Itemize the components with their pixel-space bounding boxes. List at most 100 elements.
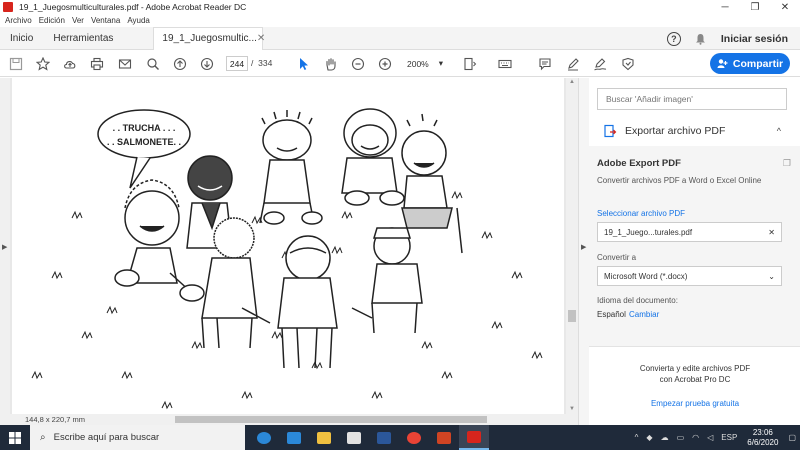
share-button[interactable]: Compartir [710,53,790,74]
signin-link[interactable]: Iniciar sesión [721,33,788,45]
convert-format-value: Microsoft Word (*.docx) [604,271,688,281]
menu-edicion[interactable]: Edición [39,16,65,25]
vertical-scroll-thumb[interactable] [568,310,576,322]
minimize-button[interactable]: ─ [710,0,740,14]
word-app-icon[interactable] [369,425,399,450]
acrobat-taskbar-icon[interactable] [459,425,489,450]
sign-icon[interactable] [592,56,607,71]
pdf-page: . . TRUCHA . . . . . SALMONETE. . [12,78,564,414]
tabs-bar: Inicio Herramientas 19_1_Juegosmultic...… [0,26,800,50]
left-panel-toggle[interactable]: ▶ [0,78,10,414]
export-pdf-icon [604,124,617,138]
convert-to-label: Convertir a [597,253,637,262]
children-circle-illustration: . . TRUCHA . . . . . SALMONETE. . [31,108,543,410]
select-pdf-link[interactable]: Seleccionar archivo PDF [597,209,685,218]
horizontal-scroll-thumb[interactable] [175,416,487,423]
close-tab-icon[interactable]: ✕ [257,33,265,44]
cloud-upload-icon[interactable] [62,56,77,71]
clear-file-icon[interactable]: ✕ [768,228,775,237]
system-tray: ^ ◆ ☁ ▭ ◠ ◁ ESP 23:06 6/6/2020 ▢ [631,425,800,450]
tab-document[interactable]: 19_1_Juegosmultic... ✕ [153,26,265,50]
more-tools-icon[interactable] [620,56,635,71]
taskbar-apps [249,425,489,450]
zoom-select[interactable]: 200% ▾ [404,56,446,71]
chevron-up-icon[interactable]: ^ [777,126,781,136]
tab-document-label: 19_1_Juegosmultic... [162,33,257,44]
onedrive-icon[interactable]: ☁ [661,433,669,442]
child-long-hair [341,108,405,206]
taskbar-search-text: Escribe aquí para buscar [53,432,160,443]
child-cap [351,227,423,334]
convert-format-select[interactable]: Microsoft Word (*.docx) ⌄ [597,266,782,286]
tab-inicio[interactable]: Inicio [0,27,43,50]
share-user-icon [717,59,728,68]
start-button[interactable] [0,425,30,450]
windows-taskbar: ⌕ Escribe aquí para buscar ^ ◆ ☁ ▭ ◠ ◁ E… [0,425,800,450]
scroll-up-icon[interactable]: ▲ [569,79,575,85]
wifi-icon[interactable]: ◠ [692,433,699,442]
keyboard-icon[interactable] [497,56,512,71]
page-up-icon[interactable] [172,56,187,71]
child-checked-shorts [401,113,463,254]
print-icon[interactable] [89,56,104,71]
email-icon[interactable] [117,56,132,71]
keyboard-language[interactable]: ESP [721,433,737,442]
page-down-icon[interactable] [199,56,214,71]
zoom-in-icon[interactable] [377,56,392,71]
edge-app-icon[interactable] [249,425,279,450]
save-icon[interactable] [8,56,23,71]
powerpoint-app-icon[interactable] [429,425,459,450]
menu-ayuda[interactable]: Ayuda [127,16,150,25]
speech-line-2: . . SALMONETE. . [107,137,181,147]
tools-search-input[interactable] [597,88,787,110]
adobe-export-title: Adobe Export PDF [597,158,681,169]
right-panel-toggle[interactable]: ▶ [579,78,589,425]
mail-app-icon[interactable] [279,425,309,450]
horizontal-scrollbar[interactable]: 144,8 x 220,7 mm [0,414,578,425]
menu-ver[interactable]: Ver [72,16,84,25]
search-icon: ⌕ [40,432,46,443]
select-cursor-icon[interactable] [296,56,311,71]
scroll-down-icon[interactable]: ▼ [569,406,575,412]
menu-archivo[interactable]: Archivo [5,16,32,25]
network-icon[interactable]: ▭ [677,433,685,442]
help-icon[interactable]: ? [666,31,681,46]
hand-tool-icon[interactable] [323,56,338,71]
tab-herramientas[interactable]: Herramientas [43,27,123,50]
document-viewer[interactable]: ▶ . . TRUCHA . . . . . SALMONETE. . ▲ ▼ [0,78,578,414]
zoom-value: 200% [407,58,429,69]
fit-page-icon[interactable] [462,56,477,71]
highlight-pen-icon[interactable] [565,56,580,71]
chrome-app-icon[interactable] [399,425,429,450]
change-language-link[interactable]: Cambiar [629,310,659,319]
tray-expand-icon[interactable]: ^ [635,433,639,442]
star-icon[interactable] [35,56,50,71]
title-bar: 19_1_Juegosmulticulturales.pdf - Adobe A… [0,0,800,14]
page-number-input[interactable]: 244 [226,56,248,71]
taskbar-clock[interactable]: 23:06 6/6/2020 [747,428,778,448]
store-app-icon[interactable] [339,425,369,450]
file-explorer-icon[interactable] [309,425,339,450]
close-window-button[interactable]: ✕ [770,0,800,14]
menu-ventana[interactable]: Ventana [91,16,120,25]
notifications-icon[interactable]: ▢ [788,433,796,442]
dropbox-icon[interactable]: ◆ [646,433,652,442]
copy-icon[interactable]: ❐ [783,158,791,169]
selected-file-field[interactable]: 19_1_Juego...turales.pdf ✕ [597,222,782,242]
vertical-scrollbar[interactable]: ▲ ▼ [566,78,578,414]
page-dimensions: 144,8 x 220,7 mm [25,415,86,424]
page-total-label: / 334 [251,58,273,68]
collapse-right-icon: ▶ [581,244,587,251]
child-spiky-hair [259,110,323,225]
chevron-down-icon: ▾ [438,58,443,68]
maximize-button[interactable]: ❐ [740,0,770,14]
export-pdf-header[interactable]: Exportar archivo PDF ^ [593,118,793,144]
volume-icon[interactable]: ◁ [707,433,713,442]
bell-icon[interactable] [695,33,707,45]
comment-icon[interactable] [537,56,552,71]
window-controls: ─ ❐ ✕ [710,0,800,14]
taskbar-search[interactable]: ⌕ Escribe aquí para buscar [30,425,245,450]
search-icon[interactable] [145,56,160,71]
free-trial-link[interactable]: Empezar prueba gratuita [589,399,800,408]
zoom-out-icon[interactable] [350,56,365,71]
